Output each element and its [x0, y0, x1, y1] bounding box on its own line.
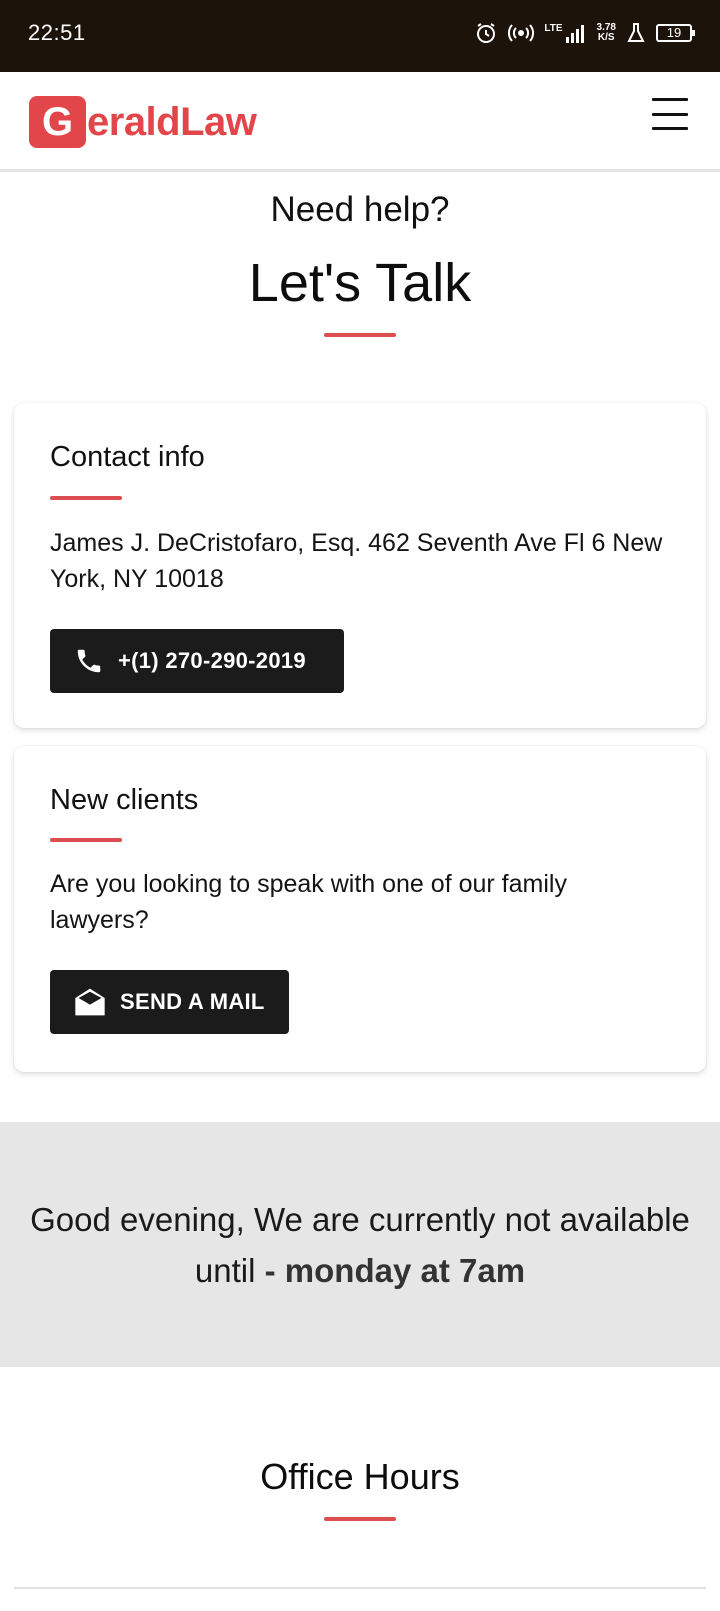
contact-info-accent	[50, 496, 122, 500]
net-speed-unit: K/S	[597, 32, 615, 43]
status-time: 22:51	[28, 20, 86, 45]
contact-info-title: Contact info	[50, 441, 205, 473]
phone-icon	[74, 646, 104, 676]
availability-notice: Good evening, We are currently not avail…	[0, 1122, 720, 1367]
new-clients-card: New clients Are you looking to speak wit…	[14, 746, 706, 1072]
hero-title: Let's Talk	[248, 253, 472, 313]
office-hours-accent	[324, 1517, 396, 1521]
new-clients-title: New clients	[50, 784, 199, 816]
status-bar: 22:51 LTE 3.78 K/S 19	[0, 0, 720, 72]
hamburger-menu-icon[interactable]	[652, 96, 688, 132]
logo-letter: G	[29, 96, 86, 148]
menu-line	[652, 127, 688, 130]
contact-info-card: Contact info James J. DeCristofaro, Esq.…	[14, 403, 706, 728]
contact-address: James J. DeCristofaro, Esq. 462 Seventh …	[50, 529, 663, 593]
new-clients-text: Are you looking to speak with one of our…	[50, 870, 567, 934]
app-header: G eraldLaw	[0, 72, 720, 172]
office-hours-title: Office Hours	[260, 1456, 460, 1497]
menu-line	[652, 112, 688, 116]
hotspot-icon	[508, 22, 535, 44]
battery-level: 19	[666, 25, 682, 40]
phone-number-label: +(1) 270-290-2019	[118, 648, 306, 673]
hero-accent-divider	[324, 333, 396, 337]
signal-icon: LTE	[544, 23, 586, 43]
new-clients-accent	[50, 838, 122, 842]
availability-text-block: Good evening, We are currently not avail…	[30, 1194, 690, 1296]
network-type: LTE	[544, 23, 563, 34]
battery-icon: 19	[656, 24, 695, 42]
section-divider	[14, 1587, 706, 1589]
net-speed: 3.78 K/S	[597, 23, 616, 43]
menu-line	[652, 98, 688, 101]
logo[interactable]: G eraldLaw	[29, 96, 257, 148]
phone-button[interactable]: +(1) 270-290-2019	[50, 629, 344, 693]
mail-open-icon	[74, 987, 106, 1017]
status-icons: LTE 3.78 K/S 19	[474, 18, 695, 48]
send-mail-label: SEND A MAIL	[120, 989, 265, 1014]
logo-text: eraldLaw	[87, 99, 257, 144]
alarm-icon	[474, 21, 498, 45]
lab-flask-icon	[626, 22, 646, 44]
send-mail-button[interactable]: SEND A MAIL	[50, 970, 289, 1034]
hero-subtitle: Need help?	[270, 190, 450, 229]
availability-time: - monday at 7am	[264, 1252, 526, 1289]
